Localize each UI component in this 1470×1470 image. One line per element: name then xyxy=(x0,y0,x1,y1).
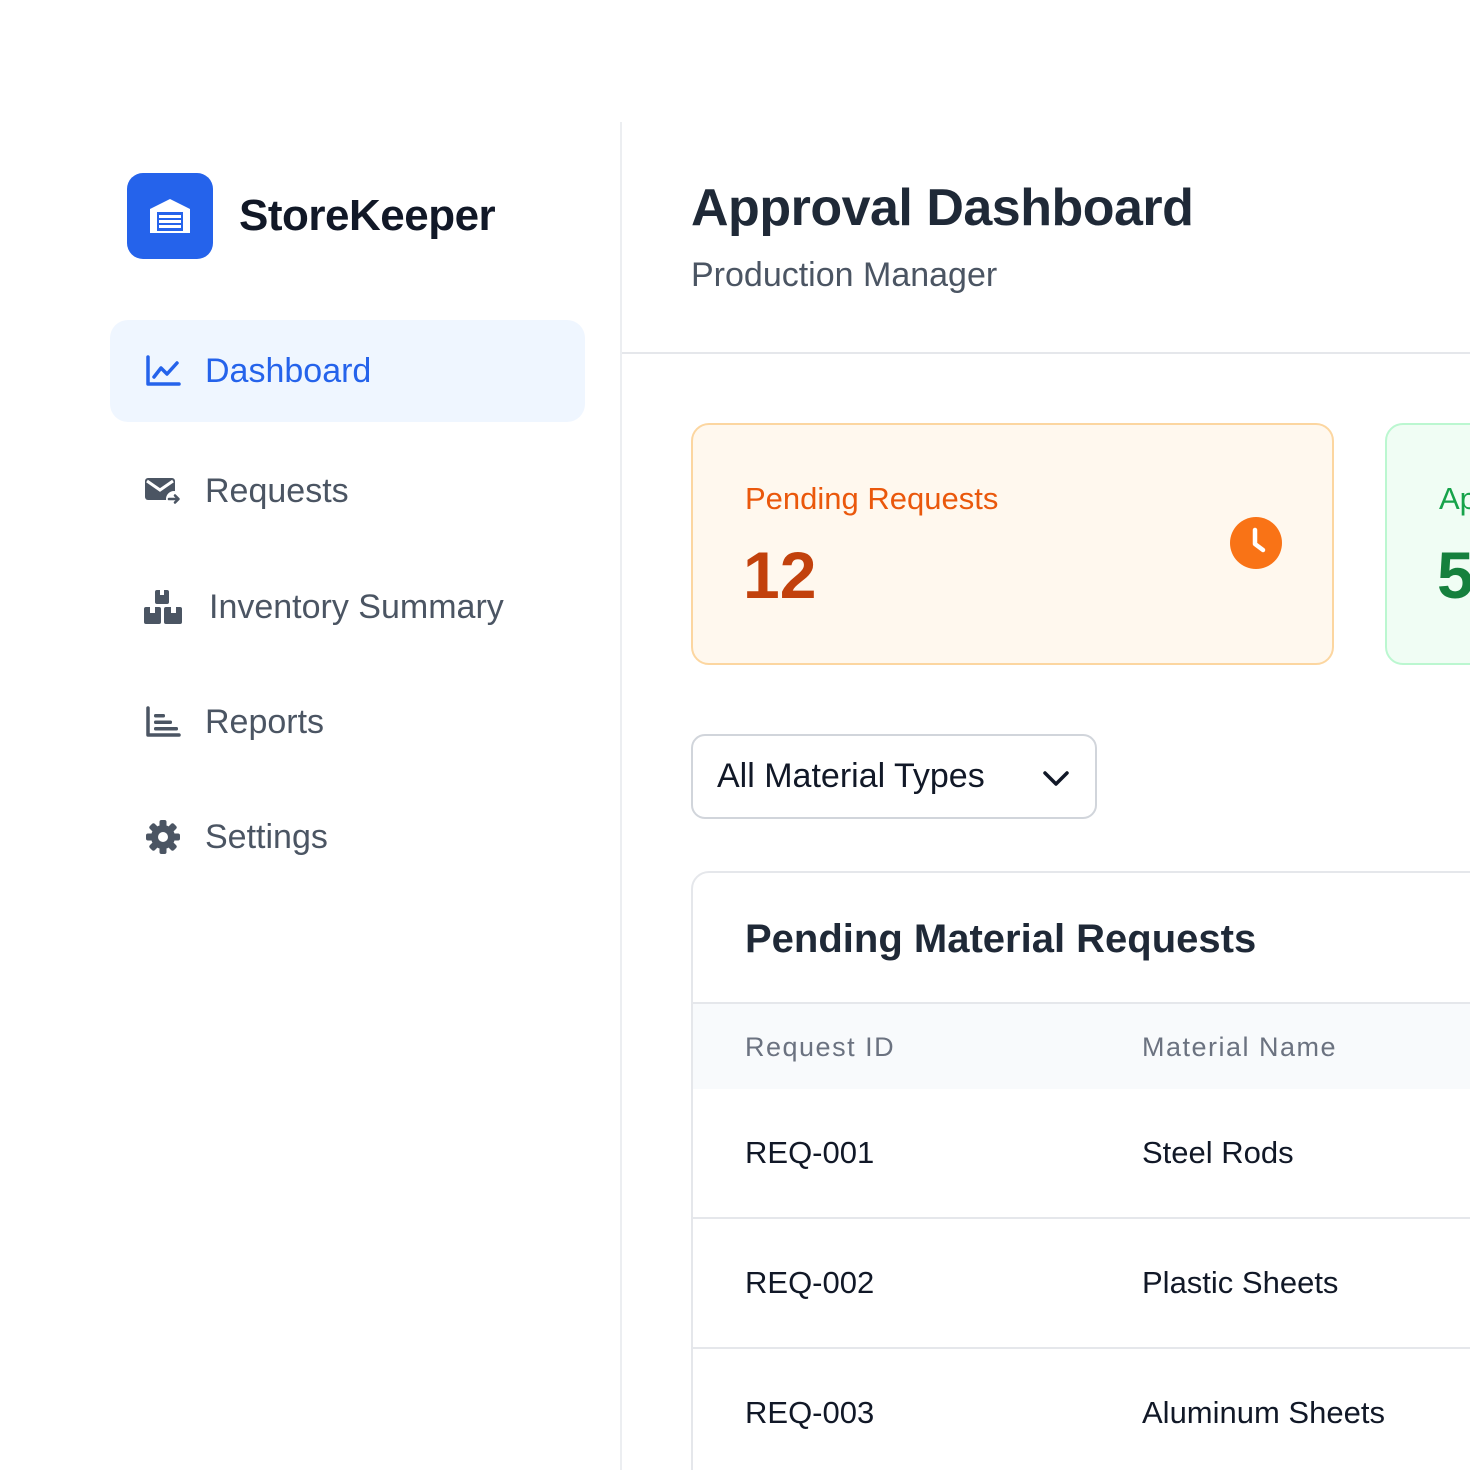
sidebar: StoreKeeper Dashboard Requests Inventory… xyxy=(0,0,621,1470)
material-name-cell: Aluminum Sheets xyxy=(1142,1395,1385,1430)
sidebar-item-label: Inventory Summary xyxy=(209,587,504,626)
sidebar-item-label: Requests xyxy=(205,471,349,510)
gear-icon xyxy=(143,817,183,857)
brand[interactable]: StoreKeeper xyxy=(127,173,496,259)
table-title: Pending Material Requests xyxy=(745,917,1257,961)
clock-icon xyxy=(1230,517,1282,569)
sidebar-item-requests[interactable]: Requests xyxy=(110,440,585,542)
header-divider xyxy=(622,352,1470,354)
app-window: StoreKeeper Dashboard Requests Inventory… xyxy=(0,0,1470,1470)
sidebar-item-label: Dashboard xyxy=(205,351,372,390)
chart-line-icon xyxy=(143,351,183,391)
request-id-cell: REQ-003 xyxy=(745,1395,875,1430)
column-header-material-name[interactable]: Material Name xyxy=(1142,1032,1337,1063)
stat-label: Pending Requests xyxy=(745,481,999,516)
request-id-cell: REQ-002 xyxy=(745,1265,875,1300)
table-row[interactable]: REQ-002 Plastic Sheets xyxy=(693,1219,1470,1349)
stat-card-pending: Pending Requests 12 xyxy=(691,423,1334,665)
table-row[interactable]: REQ-003 Aluminum Sheets xyxy=(693,1349,1470,1470)
material-name-cell: Plastic Sheets xyxy=(1142,1265,1339,1300)
table-row[interactable]: REQ-001 Steel Rods xyxy=(693,1089,1470,1219)
column-header-request-id[interactable]: Request ID xyxy=(745,1032,895,1063)
bar-chart-icon xyxy=(143,702,183,742)
sidebar-item-settings[interactable]: Settings xyxy=(110,786,585,888)
sidebar-item-label: Settings xyxy=(205,817,328,856)
page-title: Approval Dashboard xyxy=(691,179,1194,237)
sidebar-item-inventory-summary[interactable]: Inventory Summary xyxy=(110,556,585,658)
sidebar-item-dashboard[interactable]: Dashboard xyxy=(110,320,585,422)
boxes-icon xyxy=(143,587,183,627)
pending-requests-table: Pending Material Requests Request ID Mat… xyxy=(691,871,1470,1470)
request-id-cell: REQ-001 xyxy=(745,1135,875,1170)
app-name: StoreKeeper xyxy=(239,191,496,240)
stat-card-approved: Approved Requests 5 xyxy=(1385,423,1470,665)
mail-forward-icon xyxy=(143,471,183,511)
material-type-select-value: All Material Types xyxy=(717,757,985,795)
page-subtitle: Production Manager xyxy=(691,256,998,294)
chevron-down-icon xyxy=(1043,771,1069,786)
warehouse-icon xyxy=(127,173,213,259)
stat-value: 5 xyxy=(1437,538,1470,612)
material-name-cell: Steel Rods xyxy=(1142,1135,1294,1170)
sidebar-item-label: Reports xyxy=(205,702,325,741)
stat-label: Approved Requests xyxy=(1439,481,1470,516)
material-type-select[interactable]: All Material Types xyxy=(691,734,1097,819)
table-header: Request ID Material Name xyxy=(693,1002,1470,1089)
main-content: Approval Dashboard Production Manager Pe… xyxy=(622,0,1470,1470)
stat-value: 12 xyxy=(743,538,817,612)
sidebar-item-reports[interactable]: Reports xyxy=(110,671,585,773)
